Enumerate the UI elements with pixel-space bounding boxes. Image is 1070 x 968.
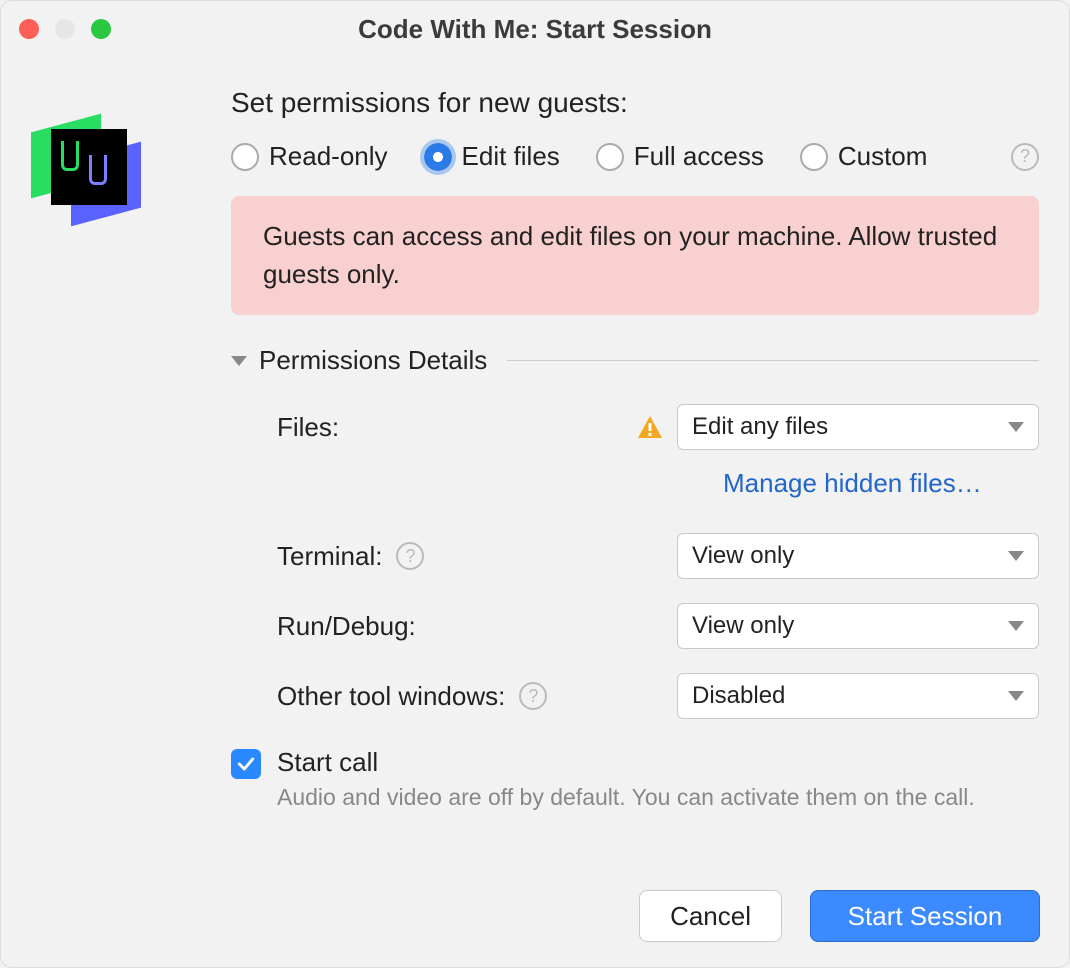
cancel-button[interactable]: Cancel: [639, 890, 782, 942]
radio-custom[interactable]: Custom: [800, 141, 928, 172]
start-session-button[interactable]: Start Session: [810, 890, 1040, 942]
help-icon[interactable]: ?: [1011, 143, 1039, 171]
start-call-label: Start call: [277, 747, 975, 778]
radio-icon: [800, 143, 828, 171]
start-call-row: Start call Audio and video are off by de…: [231, 747, 1039, 811]
radio-edit-files[interactable]: Edit files: [424, 141, 560, 172]
chevron-down-icon: [1008, 551, 1024, 561]
radio-icon: [231, 143, 259, 171]
manage-hidden-files-link[interactable]: Manage hidden files…: [723, 468, 982, 498]
zoom-icon[interactable]: [91, 19, 111, 39]
chevron-down-icon: [1008, 422, 1024, 432]
help-icon[interactable]: ?: [396, 542, 424, 570]
help-icon[interactable]: ?: [519, 682, 547, 710]
start-call-sublabel: Audio and video are off by default. You …: [277, 784, 975, 811]
select-value: View only: [692, 612, 794, 640]
rundebug-select[interactable]: View only: [677, 603, 1039, 649]
perm-row-terminal: Terminal: ? View only: [277, 533, 1039, 579]
permissions-details-header[interactable]: Permissions Details: [231, 345, 1039, 376]
section-label: Permissions Details: [259, 345, 487, 376]
files-select[interactable]: Edit any files: [677, 404, 1039, 450]
radio-label: Full access: [634, 141, 764, 172]
app-logo: [31, 87, 231, 811]
files-label: Files:: [277, 412, 339, 443]
othertools-select[interactable]: Disabled: [677, 673, 1039, 719]
start-call-checkbox[interactable]: [231, 749, 261, 779]
radio-icon: [596, 143, 624, 171]
close-icon[interactable]: [19, 19, 39, 39]
chevron-down-icon: [1008, 621, 1024, 631]
divider: [507, 360, 1039, 361]
radio-label: Edit files: [462, 141, 560, 172]
minimize-icon[interactable]: [55, 19, 75, 39]
titlebar: Code With Me: Start Session: [1, 1, 1069, 57]
warning-icon: [637, 415, 663, 439]
perm-row-othertools: Other tool windows: ? Disabled: [277, 673, 1039, 719]
window-title: Code With Me: Start Session: [1, 14, 1069, 45]
chevron-down-icon: [231, 356, 247, 366]
terminal-select[interactable]: View only: [677, 533, 1039, 579]
radio-full-access[interactable]: Full access: [596, 141, 764, 172]
perm-row-files: Files: Edit any files: [277, 404, 1039, 450]
select-value: Edit any files: [692, 413, 828, 441]
radio-read-only[interactable]: Read-only: [231, 141, 388, 172]
rundebug-label: Run/Debug:: [277, 611, 416, 642]
permissions-heading: Set permissions for new guests:: [231, 87, 1039, 119]
perm-row-rundebug: Run/Debug: View only: [277, 603, 1039, 649]
select-value: Disabled: [692, 682, 785, 710]
permission-level-radios: Read-only Edit files Full access Custom …: [231, 141, 1039, 172]
chevron-down-icon: [1008, 691, 1024, 701]
window-controls: [19, 19, 111, 39]
dialog-footer: Cancel Start Session: [639, 890, 1040, 942]
radio-label: Read-only: [269, 141, 388, 172]
terminal-label: Terminal:: [277, 541, 382, 572]
warning-banner: Guests can access and edit files on your…: [231, 196, 1039, 315]
select-value: View only: [692, 542, 794, 570]
othertools-label: Other tool windows:: [277, 681, 505, 712]
radio-label: Custom: [838, 141, 928, 172]
radio-icon: [424, 143, 452, 171]
